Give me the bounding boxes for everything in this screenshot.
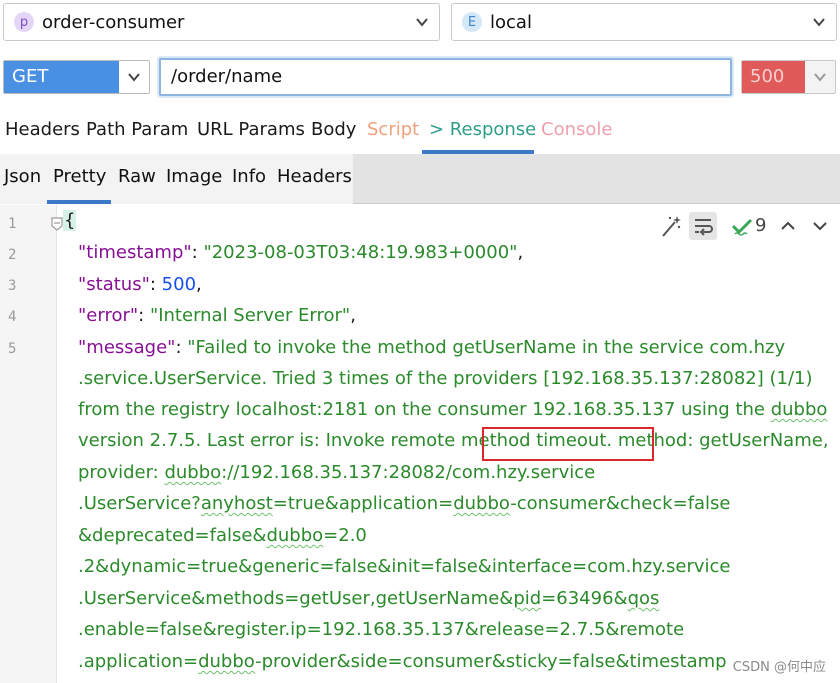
chevron-down-icon bbox=[814, 73, 826, 82]
code-text: dubbo bbox=[164, 462, 222, 483]
json-key: "status" bbox=[78, 274, 150, 295]
code-text: -provider&side=consumer&sticky=false&tim… bbox=[255, 651, 727, 672]
json-string: "Failed to invoke the method getUserName… bbox=[187, 337, 786, 358]
open-brace: { bbox=[63, 210, 77, 231]
tab-response[interactable]: > Response bbox=[429, 119, 536, 140]
json-string: "Internal Server Error" bbox=[149, 305, 351, 326]
json-key: "error" bbox=[78, 305, 139, 326]
code-text: &deprecated=false& bbox=[78, 525, 267, 546]
tab-console[interactable]: Console bbox=[541, 119, 612, 140]
response-tabs: Json Pretty Raw Image Info Headers bbox=[0, 154, 353, 204]
line-number: 1 bbox=[8, 216, 17, 232]
response-tabs-bar: Json Pretty Raw Image Info Headers bbox=[0, 154, 840, 204]
code-text: .application= bbox=[78, 651, 199, 672]
method-value: GET bbox=[4, 61, 119, 93]
tab-script[interactable]: Script bbox=[367, 119, 419, 140]
line-number: 5 bbox=[8, 341, 17, 357]
code-text: from the registry localhost:2181 on the … bbox=[78, 399, 771, 420]
chevron-down-icon bbox=[416, 18, 428, 27]
code-line: .enable=false&register.ip=192.168.35.137… bbox=[78, 619, 685, 640]
code-line: .UserService?anyhost=true&application=du… bbox=[78, 493, 731, 514]
check-icon[interactable] bbox=[731, 212, 753, 240]
code-text: qos bbox=[627, 588, 660, 609]
watermark: CSDN @何中应 bbox=[732, 660, 826, 675]
status-code: 500 bbox=[742, 61, 805, 93]
tab-body[interactable]: Body bbox=[311, 119, 356, 140]
json-key: "timestamp" bbox=[78, 242, 192, 263]
code-text: =true&application= bbox=[272, 493, 454, 514]
chevron-up-icon[interactable] bbox=[778, 212, 798, 240]
soft-wrap-icon[interactable] bbox=[689, 212, 717, 240]
active-subtab-indicator bbox=[47, 200, 111, 204]
subtab-headers[interactable]: Headers bbox=[277, 166, 352, 187]
code-line: .service.UserService. Tried 3 times of t… bbox=[78, 368, 813, 389]
subtab-json[interactable]: Json bbox=[4, 166, 41, 187]
code-line: .UserService&methods=getUser,getUserName… bbox=[78, 588, 659, 609]
code-line: "message": "Failed to invoke the method … bbox=[78, 337, 786, 358]
json-string: "2023-08-03T03:48:19.983+0000" bbox=[203, 242, 518, 263]
chevron-down-icon bbox=[128, 73, 140, 82]
code-line: provider: dubbo://192.168.35.137:28082/c… bbox=[78, 462, 595, 483]
tab-headers[interactable]: Headers bbox=[5, 119, 80, 140]
environment-select[interactable]: E local bbox=[451, 3, 837, 41]
environment-select-value: local bbox=[490, 11, 532, 33]
tab-url-params[interactable]: URL Params bbox=[197, 119, 305, 140]
code-text: =2.0 bbox=[323, 525, 367, 546]
code-text: dubbo bbox=[266, 525, 324, 546]
url-input[interactable]: /order/name bbox=[159, 58, 732, 96]
fold-icon[interactable] bbox=[50, 216, 64, 232]
chevron-down-icon[interactable] bbox=[810, 212, 830, 240]
project-badge: p bbox=[14, 12, 34, 32]
status-select[interactable]: 500 bbox=[741, 60, 836, 94]
selector-bar: p order-consumer E local bbox=[0, 0, 840, 46]
line-number: 4 bbox=[8, 309, 17, 325]
code-text: .UserService? bbox=[78, 493, 201, 514]
request-tabs: Headers Path Param URL Params Body Scrip… bbox=[0, 112, 840, 154]
subtab-info[interactable]: Info bbox=[232, 166, 266, 187]
code-line: &deprecated=false&dubbo=2.0 bbox=[78, 525, 367, 546]
code-line: "status": 500, bbox=[78, 274, 202, 295]
code-text: =63496& bbox=[541, 588, 628, 609]
chevron-down-icon bbox=[813, 18, 825, 27]
project-select[interactable]: p order-consumer bbox=[3, 3, 440, 41]
code-text: pid bbox=[513, 588, 542, 609]
json-key: "message" bbox=[78, 337, 176, 358]
subtab-pretty[interactable]: Pretty bbox=[53, 166, 106, 187]
subtab-image[interactable]: Image bbox=[166, 166, 222, 187]
code-text: anyhost bbox=[200, 493, 273, 514]
line-gutter: 1 2 3 4 5 bbox=[0, 205, 57, 683]
code-line: .application=dubbo-provider&side=consume… bbox=[78, 651, 727, 672]
line-number: 3 bbox=[8, 278, 17, 294]
subtab-raw[interactable]: Raw bbox=[118, 166, 156, 187]
project-select-value: order-consumer bbox=[42, 11, 185, 33]
environment-badge: E bbox=[462, 12, 482, 32]
code-line: "error": "Internal Server Error", bbox=[78, 305, 356, 326]
line-number: 2 bbox=[8, 247, 17, 263]
code-text: provider: bbox=[78, 462, 165, 483]
code-text: .UserService&methods=getUser,getUserName… bbox=[78, 588, 514, 609]
match-count: 9 bbox=[755, 215, 767, 236]
code-text: dubbo bbox=[770, 399, 828, 420]
request-bar: GET /order/name 500 bbox=[0, 56, 840, 98]
code-line: "timestamp": "2023-08-03T03:48:19.983+00… bbox=[78, 242, 524, 263]
tab-path-param[interactable]: Path Param bbox=[86, 119, 188, 140]
response-editor[interactable]: 1 2 3 4 5 { 9 "timestamp": "2023-08-03T0… bbox=[0, 205, 840, 683]
code-text: dubbo bbox=[198, 651, 256, 672]
code-line: from the registry localhost:2181 on the … bbox=[78, 399, 827, 420]
magic-wand-icon[interactable] bbox=[659, 212, 683, 240]
code-text: dubbo bbox=[453, 493, 511, 514]
code-line: version 2.7.5. Last error is: Invoke rem… bbox=[78, 430, 829, 451]
json-number: 500 bbox=[161, 274, 197, 295]
code-text: -consumer&check=false bbox=[510, 493, 731, 514]
method-select[interactable]: GET bbox=[3, 60, 150, 94]
code-line: .2&dynamic=true&generic=false&init=false… bbox=[78, 556, 731, 577]
code-text: ://192.168.35.137:28082/com.hzy.service bbox=[221, 462, 596, 483]
highlight-box bbox=[482, 427, 654, 461]
